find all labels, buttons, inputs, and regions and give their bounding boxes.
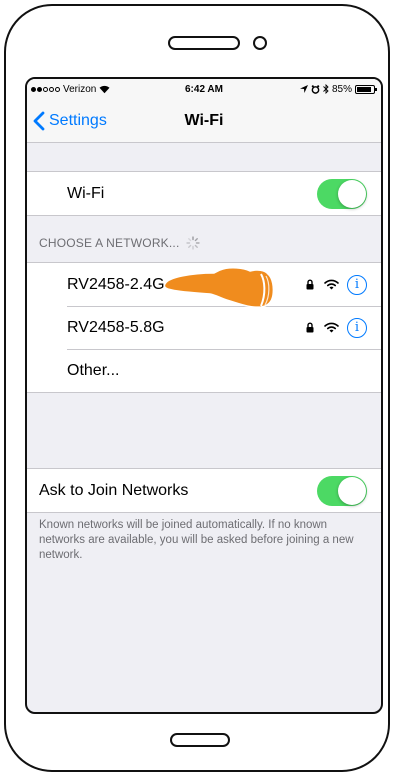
info-icon[interactable]: i bbox=[347, 317, 367, 338]
ask-to-join-label: Ask to Join Networks bbox=[39, 481, 189, 499]
info-icon[interactable]: i bbox=[347, 274, 367, 295]
battery-icon bbox=[355, 84, 377, 94]
network-name: Other... bbox=[67, 361, 120, 379]
chevron-left-icon bbox=[33, 111, 45, 131]
status-time: 6:42 AM bbox=[185, 83, 223, 95]
status-bar: Verizon 6:42 AM 85% bbox=[27, 79, 381, 99]
phone-camera bbox=[253, 36, 267, 50]
lock-icon bbox=[306, 279, 314, 290]
network-name: RV2458-5.8G bbox=[67, 318, 165, 336]
network-row-5-8g[interactable]: RV2458-5.8G i bbox=[27, 306, 381, 349]
back-button[interactable]: Settings bbox=[33, 99, 107, 143]
ask-to-join-description: Known networks will be joined automatica… bbox=[39, 519, 354, 561]
navigation-bar: Wi-Fi Settings bbox=[27, 99, 381, 143]
screen: Verizon 6:42 AM 85% Wi-Fi Settings Wi-Fi… bbox=[25, 77, 383, 714]
wifi-toggle-row: Wi-Fi bbox=[27, 172, 381, 215]
ask-to-join-row: Ask to Join Networks bbox=[27, 469, 381, 512]
wifi-icon bbox=[324, 279, 339, 290]
network-row-other[interactable]: Other... bbox=[27, 349, 381, 392]
networks-section-header: CHOOSE A NETWORK... bbox=[39, 236, 200, 250]
back-button-label: Settings bbox=[49, 112, 107, 129]
wifi-icon bbox=[324, 322, 339, 333]
ask-to-join-group: Ask to Join Networks bbox=[27, 468, 381, 513]
wifi-toggle-group: Wi-Fi bbox=[27, 171, 381, 216]
spinner-icon bbox=[185, 236, 200, 250]
wifi-toggle-switch[interactable] bbox=[317, 178, 367, 209]
wifi-label: Wi-Fi bbox=[67, 184, 105, 202]
networks-header-label: CHOOSE A NETWORK... bbox=[39, 236, 180, 250]
ask-to-join-toggle-switch[interactable] bbox=[317, 475, 367, 506]
lock-icon bbox=[306, 322, 314, 333]
home-button[interactable] bbox=[170, 733, 230, 747]
hand-pointer-icon bbox=[163, 267, 275, 308]
phone-speaker bbox=[168, 36, 240, 50]
